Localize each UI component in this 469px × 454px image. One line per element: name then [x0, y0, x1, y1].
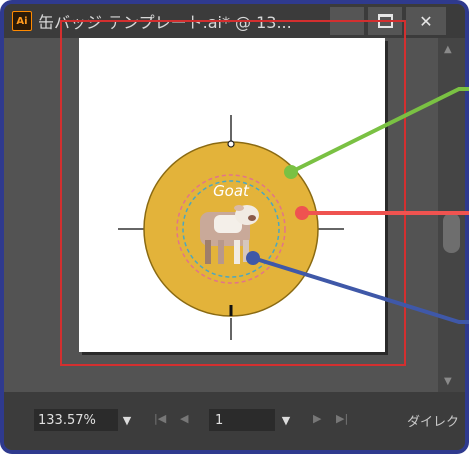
- last-artboard-icon[interactable]: ▶|: [336, 412, 348, 425]
- status-tool-text: ダイレク: [407, 415, 460, 430]
- artboard-dropdown-chevron-icon[interactable]: ▼: [278, 409, 294, 431]
- close-button[interactable]: ✕: [406, 7, 446, 35]
- next-artboard-icon[interactable]: ▶: [313, 412, 321, 425]
- chevron-up-icon[interactable]: ▲: [444, 44, 452, 55]
- previous-artboard-icon[interactable]: ◀: [180, 412, 188, 425]
- status-bar: 133.57% ▼ |◀ ◀ 1 ▼ ▶ ▶| ダイレク: [4, 392, 465, 450]
- close-icon: ✕: [419, 11, 433, 31]
- illustrator-app-icon: Ai: [12, 11, 32, 31]
- zoom-dropdown-chevron-icon[interactable]: ▼: [118, 409, 136, 431]
- scrollbar-thumb[interactable]: [443, 213, 460, 253]
- first-artboard-icon[interactable]: |◀: [154, 412, 166, 425]
- app-window-frame: Ai 缶バッジ テンプレート.ai* @ 13... ✕ ▲ ▼ 133.57%…: [0, 0, 469, 454]
- chevron-down-icon[interactable]: ▼: [444, 376, 452, 387]
- artboard[interactable]: [79, 38, 385, 352]
- artboard-number-field[interactable]: 1: [209, 409, 275, 431]
- zoom-level-field[interactable]: 133.57%: [34, 409, 118, 431]
